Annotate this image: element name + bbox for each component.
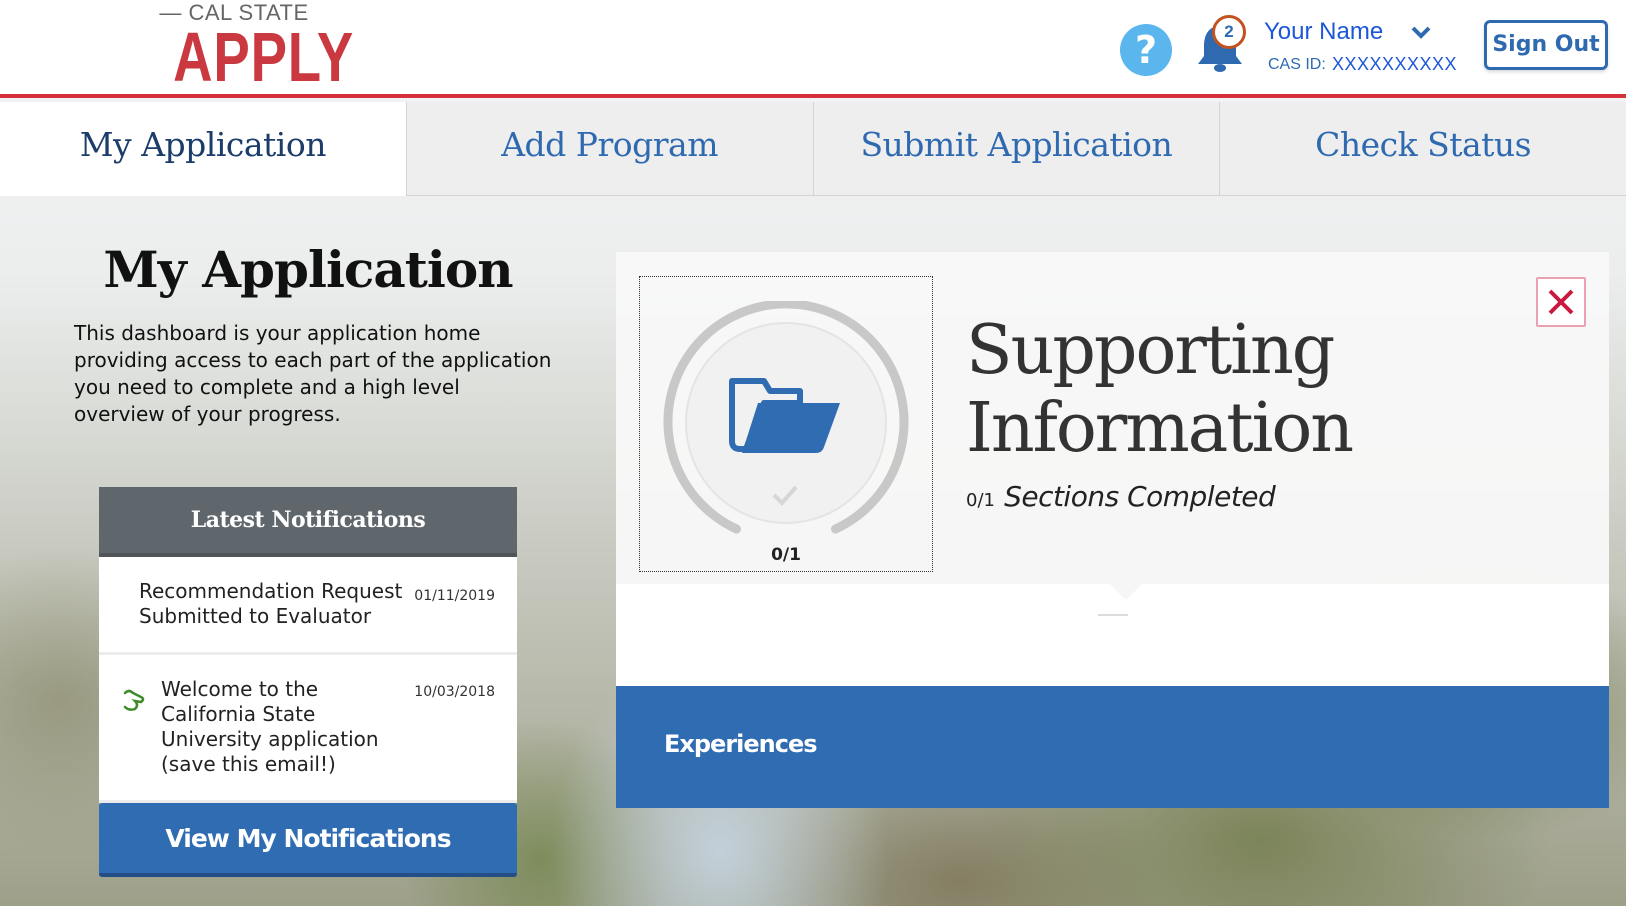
tab-check-status[interactable]: Check Status	[1219, 102, 1626, 196]
notification-text: Welcome to the California State Universi…	[161, 677, 379, 776]
question-circle-icon: ?	[1134, 28, 1158, 72]
notifications-header: Latest Notifications	[99, 487, 517, 557]
logo-apply-text: APPLY	[173, 18, 355, 96]
notification-date: 01/11/2019	[414, 588, 495, 604]
site-header: — CAL STATE — APPLY ? 2 Your Name CAS ID…	[0, 0, 1626, 98]
main-nav: My Application Add Program Submit Applic…	[0, 102, 1626, 196]
sign-out-button[interactable]: Sign Out	[1484, 20, 1608, 70]
subsection-experiences[interactable]: Experiences	[616, 686, 1609, 808]
page-description: This dashboard is your application home …	[74, 321, 552, 426]
progress-count: 0/1	[771, 545, 801, 565]
tab-my-application[interactable]: My Application	[0, 102, 406, 196]
cas-id-label: CAS ID:	[1268, 56, 1326, 73]
close-button[interactable]	[1536, 277, 1586, 327]
section-title-line2: Information	[966, 389, 1354, 468]
help-button[interactable]: ?	[1120, 24, 1172, 76]
divider	[1098, 614, 1128, 616]
notification-date: 10/03/2018	[414, 684, 495, 700]
section-title: Supporting Information	[966, 311, 1354, 468]
cal-state-apply-logo[interactable]: — CAL STATE — APPLY	[156, 0, 355, 96]
cas-id-value: XXXXXXXXXX	[1332, 54, 1458, 74]
chevron-down-icon[interactable]	[1410, 24, 1432, 40]
section-progress-widget[interactable]: 0/1	[639, 276, 933, 572]
sections-completed-label: Sections Completed	[1004, 480, 1276, 513]
subsection-label: Experiences	[664, 730, 818, 758]
section-card: 0/1 Supporting Information 0/1 Sections …	[616, 252, 1609, 808]
sections-completed-fraction: 0/1	[966, 490, 995, 511]
tab-add-program[interactable]: Add Program	[405, 102, 813, 196]
section-title-line1: Supporting	[966, 311, 1335, 390]
progress-ring	[663, 301, 909, 534]
user-menu-name[interactable]: Your Name	[1264, 18, 1383, 46]
pointer-arrow	[1110, 584, 1142, 600]
tab-submit-application[interactable]: Submit Application	[812, 102, 1220, 196]
close-icon	[1548, 289, 1574, 315]
view-my-notifications-button[interactable]: View My Notifications	[99, 803, 517, 877]
latest-notifications-panel: Latest Notifications Recommendation Requ…	[99, 487, 517, 877]
welcome-hand-icon	[123, 689, 145, 711]
sections-completed: 0/1 Sections Completed	[966, 480, 1276, 513]
notification-count-badge[interactable]: 2	[1212, 15, 1246, 49]
page-title: My Application	[103, 240, 513, 299]
notification-text: Recommendation Request Submitted to Eval…	[139, 579, 403, 628]
notification-item[interactable]: Welcome to the California State Universi…	[99, 655, 517, 803]
notification-item[interactable]: Recommendation Request Submitted to Eval…	[99, 557, 517, 655]
